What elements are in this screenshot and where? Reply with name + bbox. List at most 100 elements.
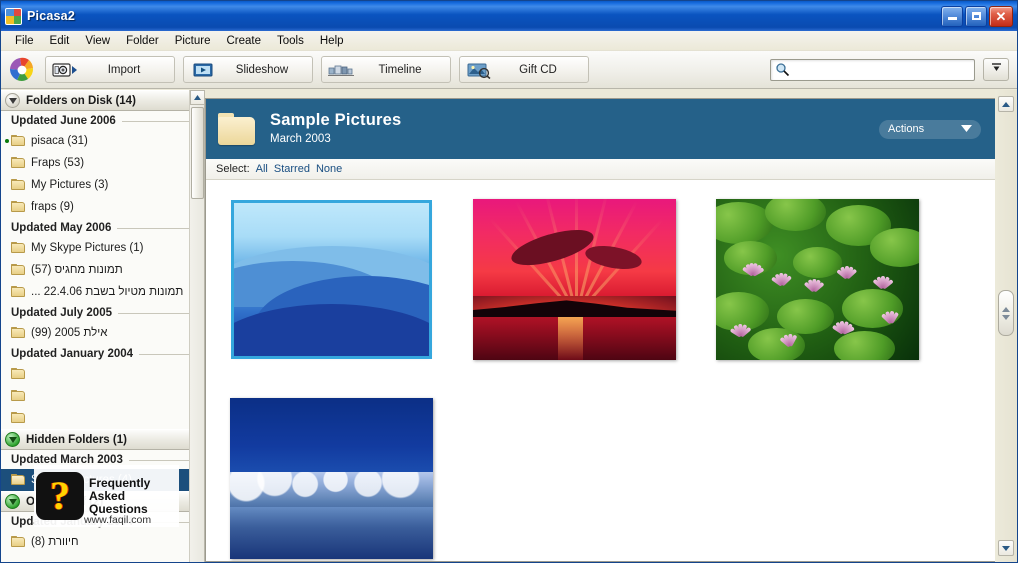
search-filter-button[interactable] (983, 58, 1009, 81)
folder-row-sample-pictures[interactable]: Sample Pictures (4) (1, 469, 204, 491)
folder-label: Fraps (53) (31, 157, 84, 169)
folder-icon (11, 327, 26, 339)
thumbnail-image (716, 199, 919, 360)
divider (129, 460, 198, 461)
folder-icon (11, 390, 26, 402)
menu-folder[interactable]: Folder (118, 33, 167, 49)
picasa-pinwheel-logo (9, 57, 35, 83)
actions-button[interactable]: Actions (879, 120, 981, 139)
group-label-text: Updated March 2003 (11, 454, 123, 466)
group-label-text: Updated May 2006 (11, 222, 111, 234)
folder-row-hebrew-1[interactable]: תמונות מחגיס (57) (1, 259, 204, 281)
folder-row-hebrew-3[interactable]: אילת 2005 (99) (1, 322, 204, 344)
menu-help[interactable]: Help (312, 33, 352, 49)
folder-row-fraps-upper[interactable]: Fraps (53) (1, 152, 204, 174)
sidebar-scrollbar[interactable] (189, 90, 204, 562)
folder-icon (11, 264, 26, 276)
timeline-button[interactable]: Timeline (321, 56, 451, 83)
search-icon (775, 62, 790, 77)
menu-view[interactable]: View (77, 33, 118, 49)
group-label-text: Updated January 2004 (11, 348, 133, 360)
group-label-text: Updated June 2006 (11, 115, 116, 127)
close-button[interactable]: ✕ (989, 6, 1013, 27)
panel-folders-on-disk[interactable]: Folders on Disk (14) (1, 90, 204, 111)
folder-list: Updated June 2006 pisaca (31) Fraps (53)… (1, 111, 204, 429)
folder-label: חיוורת (8) (31, 536, 79, 548)
folder-row-my-pictures[interactable]: My Pictures (3) (1, 174, 204, 196)
timeline-label: Timeline (360, 64, 440, 76)
title-bar: Picasa2 ✕ (1, 1, 1017, 31)
collapse-chevron-icon[interactable] (5, 93, 20, 108)
folder-icon (11, 286, 26, 298)
select-all-link[interactable]: All (256, 163, 268, 175)
folder-label: My Skype Pictures (1) (31, 242, 143, 254)
scroll-up-arrow-icon[interactable] (998, 96, 1014, 112)
folder-icon (11, 536, 26, 548)
folder-row-fraps-lower[interactable]: fraps (9) (1, 196, 204, 218)
folder-row-pisaca[interactable]: pisaca (31) (1, 130, 204, 152)
import-label: Import (84, 64, 164, 76)
minimize-button[interactable] (941, 6, 963, 27)
folder-icon (11, 412, 26, 424)
search-box[interactable] (770, 59, 975, 81)
content-scrollbar-thumb[interactable] (998, 290, 1014, 336)
thumbnail-image (234, 203, 429, 356)
filter-funnel-icon (990, 61, 1003, 79)
group-label: Updated July 2005 (1, 303, 204, 322)
folder-row-obscured-1[interactable] (1, 363, 204, 385)
window-title: Picasa2 (27, 9, 75, 23)
sidebar: Folders on Disk (14) Updated June 2006 p… (1, 90, 205, 562)
folder-title-block: Sample Pictures March 2003 (270, 111, 401, 147)
timeline-icon (328, 61, 354, 79)
menu-create[interactable]: Create (218, 33, 269, 49)
thumbnail-winter[interactable] (230, 398, 433, 559)
group-label-text: Updated January 2004 (11, 516, 133, 528)
scroll-up-arrow-icon[interactable] (190, 90, 205, 105)
menu-tools[interactable]: Tools (269, 33, 312, 49)
sidebar-scrollbar-thumb[interactable] (191, 107, 204, 199)
folder-label: אילת 2005 (99) (31, 327, 107, 339)
folder-row-obscured-2[interactable] (1, 385, 204, 407)
thumbnail-water-lilies[interactable] (716, 199, 919, 360)
panel-hidden-folders[interactable]: Hidden Folders (1) (1, 429, 204, 450)
group-label-text: Updated July 2005 (11, 307, 112, 319)
folder-icon (11, 368, 26, 380)
select-label: Select: (216, 163, 250, 175)
collapse-chevron-icon[interactable] (5, 494, 20, 509)
camera-import-icon (52, 61, 78, 79)
select-bar: Select: All Starred None (206, 159, 995, 180)
window-controls: ✕ (941, 6, 1015, 27)
divider (122, 121, 198, 122)
folder-row-other-hebrew[interactable]: חיוורת (8) (1, 531, 204, 553)
content-scrollbar[interactable] (995, 90, 1017, 562)
slideshow-button[interactable]: Slideshow (183, 56, 313, 83)
folder-row-obscured-3[interactable] (1, 407, 204, 429)
chevron-down-icon (961, 123, 972, 135)
import-button[interactable]: Import (45, 56, 175, 83)
menu-file[interactable]: File (7, 33, 42, 49)
actions-label: Actions (888, 123, 924, 135)
folder-label: fraps (9) (31, 201, 74, 213)
folder-label: Sample Pictures (4) (31, 474, 132, 486)
gift-cd-button[interactable]: Gift CD (459, 56, 589, 83)
thumbnail-sunset[interactable] (473, 199, 676, 360)
scroll-down-arrow-icon[interactable] (998, 540, 1014, 556)
menu-edit[interactable]: Edit (42, 33, 78, 49)
thumbnail-grid (206, 181, 995, 561)
collapse-chevron-icon[interactable] (5, 432, 20, 447)
maximize-button[interactable] (965, 6, 987, 27)
page-subtitle: March 2003 (270, 132, 401, 147)
thumbnail-image (473, 199, 676, 360)
select-starred-link[interactable]: Starred (274, 163, 310, 175)
menu-picture[interactable]: Picture (167, 33, 219, 49)
main-body: Folders on Disk (14) Updated June 2006 p… (1, 90, 1017, 562)
gift-cd-icon (466, 61, 492, 79)
thumbnail-blue-hills[interactable] (230, 199, 433, 360)
panel-other-stuff[interactable]: Other Stuff (2) (1, 491, 204, 512)
slideshow-label: Slideshow (222, 64, 302, 76)
select-none-link[interactable]: None (316, 163, 342, 175)
folder-row-hebrew-2[interactable]: תמונות מטיול בשבת 22.4.06 ... (1, 281, 204, 303)
search-input[interactable] (790, 61, 974, 79)
folder-row-my-skype-pictures[interactable]: My Skype Pictures (1) (1, 237, 204, 259)
folder-label: pisaca (31) (31, 135, 88, 147)
